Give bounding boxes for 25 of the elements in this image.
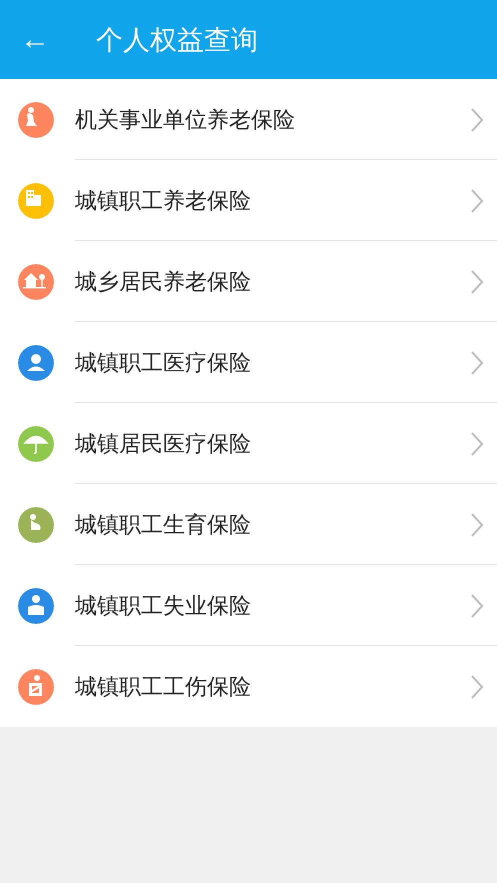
chevron-icon [470,674,484,700]
item-label: 城镇职工工伤保险 [75,674,252,702]
chevron-icon [470,106,484,132]
chevron-icon [470,268,484,294]
item-label: 城镇居民医疗保险 [75,430,252,458]
menu-item[interactable]: 城镇职工养老保险 [0,160,497,241]
item-label: 城镇职工养老保险 [75,188,252,216]
item-label: 城镇职工失业保险 [75,592,252,620]
menu-item[interactable]: 城镇职工医疗保险 [0,322,497,403]
menu-item[interactable]: 城镇职工生育保险 [0,484,497,565]
menu-item[interactable]: 城镇职工失业保险 [0,565,497,646]
chevron-icon [470,188,484,214]
menu-item[interactable]: 城镇职工工伤保险 [0,646,497,727]
chevron-icon [470,512,484,538]
menu-item[interactable]: 城乡居民养老保险 [0,241,497,322]
item-label: 城乡居民养老保险 [75,268,252,296]
chevron-icon [470,592,484,618]
item-label: 城镇职工医疗保险 [75,350,252,378]
chevron-icon [470,430,484,456]
item-label: 城镇职工生育保险 [75,512,252,540]
page-title: 个人权益查询 [96,24,258,58]
menu-item[interactable]: 机关事业单位养老保险 [0,79,497,160]
menu-item[interactable]: 城镇居民医疗保险 [0,403,497,484]
chevron-icon [470,350,484,376]
item-label: 机关事业单位养老保险 [75,106,296,134]
